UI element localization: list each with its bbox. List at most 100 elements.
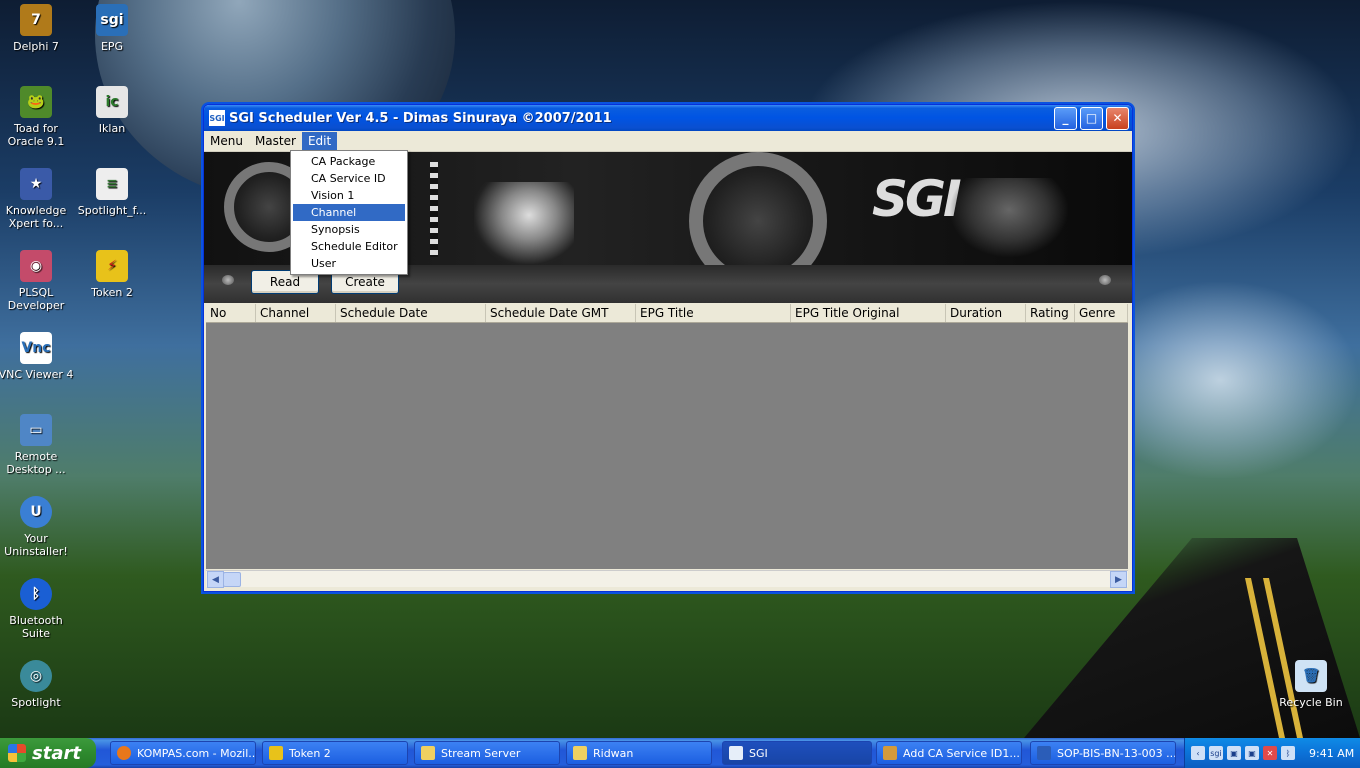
menu-master[interactable]: Master [249,132,302,150]
column-header[interactable]: EPG Title Original [791,304,946,322]
sgi-icon [729,746,743,760]
camera-graphic [949,178,1069,258]
task-label: Add CA Service ID1.... [903,746,1022,760]
menu-item-vision-1[interactable]: Vision 1 [293,187,405,204]
desktop-icon-delphi[interactable]: 7 Delphi 7 [0,4,74,53]
desktop-icon-token2[interactable]: ⚡ Token 2 [74,250,150,299]
system-tray: ‹ sgi ▣ ▣ ✕ ᛒ 9:41 AM [1184,738,1360,768]
tray-network-icon[interactable]: ▣ [1245,746,1259,760]
sgi-icon: sgi [96,4,128,36]
tray-bluetooth-icon[interactable]: ᛒ [1281,746,1295,760]
task-button-token2[interactable]: Token 2 [262,741,408,765]
word-icon [1037,746,1051,760]
column-header[interactable]: Rating [1026,304,1075,322]
column-header[interactable]: Schedule Date [336,304,486,322]
task-button-ridwan[interactable]: Ridwan [566,741,712,765]
menu-item-synopsis[interactable]: Synopsis [293,221,405,238]
task-label: SGI [749,746,768,760]
maximize-button[interactable]: □ [1080,106,1103,130]
task-label: Ridwan [593,746,634,760]
column-header[interactable]: Duration [946,304,1026,322]
knowledge-xpert-icon: ★ [20,168,52,200]
task-label: Token 2 [289,746,331,760]
grid-header: No Channel Schedule Date Schedule Date G… [206,304,1128,323]
desktop-icon-epg[interactable]: sgi EPG [74,4,150,53]
close-button[interactable]: ✕ [1106,106,1129,130]
task-button-word-doc[interactable]: SOP-BIS-BN-13-003 ... [1030,741,1176,765]
filmstrip-graphic [430,162,438,257]
lightning-icon: ⚡ [96,250,128,282]
bluetooth-icon: ᛒ [20,578,52,610]
film-reel-graphic [689,152,827,265]
desktop-icon-knowledge-xpert[interactable]: ★ Knowledge Xpert fo... [0,168,74,230]
rivet-decoration [222,275,234,285]
folder-icon [421,746,435,760]
column-header[interactable]: Genre [1075,304,1128,322]
menu-bar: Menu Master Edit [204,131,1132,152]
desktop-icon-vnc[interactable]: Vnc VNC Viewer 4 [0,332,74,381]
start-label: start [32,742,81,764]
task-label: SOP-BIS-BN-13-003 ... [1057,746,1176,760]
firefox-icon [117,746,131,760]
desktop-icon-bluetooth[interactable]: ᛒ Bluetooth Suite [0,578,74,640]
banner-logo: SGI [872,170,962,228]
menu-edit[interactable]: Edit [301,132,338,150]
task-label: KOMPAS.com - Mozil... [137,746,256,760]
clock[interactable]: 9:41 AM [1309,747,1354,760]
document-icon: ≡ [96,168,128,200]
title-bar[interactable]: SGI SGI Scheduler Ver 4.5 - Dimas Sinura… [204,105,1132,131]
task-label: Stream Server [441,746,521,760]
column-header[interactable]: EPG Title [636,304,791,322]
vnc-icon: Vnc [20,332,52,364]
menu-item-ca-package[interactable]: CA Package [293,153,405,170]
task-button-add-ca-service[interactable]: Add CA Service ID1.... [876,741,1022,765]
column-header[interactable]: Schedule Date GMT [486,304,636,322]
desktop-icon-spotlight-file[interactable]: ≡ Spotlight_f... [74,168,150,217]
scroll-right-icon[interactable]: ▶ [1110,571,1127,588]
recycle-bin-icon: 🗑 [1295,660,1327,692]
desktop-icon-plsql[interactable]: ◉ PLSQL Developer [0,250,74,312]
horizontal-scrollbar[interactable]: ◀ ▶ [206,570,1128,588]
tray-expand-icon[interactable]: ‹ [1191,746,1205,760]
start-button[interactable]: start [0,738,96,768]
scrollbar-thumb[interactable] [223,572,241,587]
task-button-firefox[interactable]: KOMPAS.com - Mozil... [110,741,256,765]
rivet-decoration [1099,275,1111,285]
task-button-stream-server[interactable]: Stream Server [414,741,560,765]
desktop-icon-iklan[interactable]: ic Iklan [74,86,150,135]
lightning-icon [269,746,283,760]
delphi-icon: 7 [20,4,52,36]
windows-flag-icon [8,744,26,762]
desktop-icon-spotlight[interactable]: ◎ Spotlight [0,660,74,709]
tray-sgi-icon[interactable]: sgi [1209,746,1223,760]
scroll-left-icon[interactable]: ◀ [207,571,224,588]
toad-icon: 🐸 [20,86,52,118]
column-header[interactable]: No [206,304,256,322]
column-header[interactable]: Channel [256,304,336,322]
sgi-app-icon[interactable]: SGI [209,110,225,126]
menu-item-schedule-editor[interactable]: Schedule Editor [293,238,405,255]
cameraman-graphic [474,182,574,265]
app-icon [883,746,897,760]
desktop-icon-remote-desktop[interactable]: ▭ Remote Desktop ... [0,414,74,476]
folder-icon [573,746,587,760]
uninstaller-icon: U [20,496,52,528]
tray-security-icon[interactable]: ✕ [1263,746,1277,760]
menu-item-ca-service-id[interactable]: CA Service ID [293,170,405,187]
database-icon: ◉ [20,250,52,282]
window-title: SGI Scheduler Ver 4.5 - Dimas Sinuraya ©… [229,110,612,126]
monitor-icon: ▭ [20,414,52,446]
menu-item-channel[interactable]: Channel [293,204,405,221]
desktop-icon-recycle-bin[interactable]: 🗑 Recycle Bin [1273,660,1349,709]
spotlight-icon: ◎ [20,660,52,692]
menu-menu[interactable]: Menu [204,132,249,150]
menu-item-user[interactable]: User [293,255,405,272]
minimize-button[interactable]: _ [1054,106,1077,130]
task-button-sgi[interactable]: SGI [722,741,872,765]
taskbar: start KOMPAS.com - Mozil... Token 2 Stre… [0,738,1360,768]
tray-network-icon[interactable]: ▣ [1227,746,1241,760]
schedule-grid[interactable] [206,323,1128,569]
desktop-icon-uninstaller[interactable]: U Your Uninstaller! [0,496,74,558]
iklan-icon: ic [96,86,128,118]
desktop-icon-toad[interactable]: 🐸 Toad for Oracle 9.1 [0,86,74,148]
